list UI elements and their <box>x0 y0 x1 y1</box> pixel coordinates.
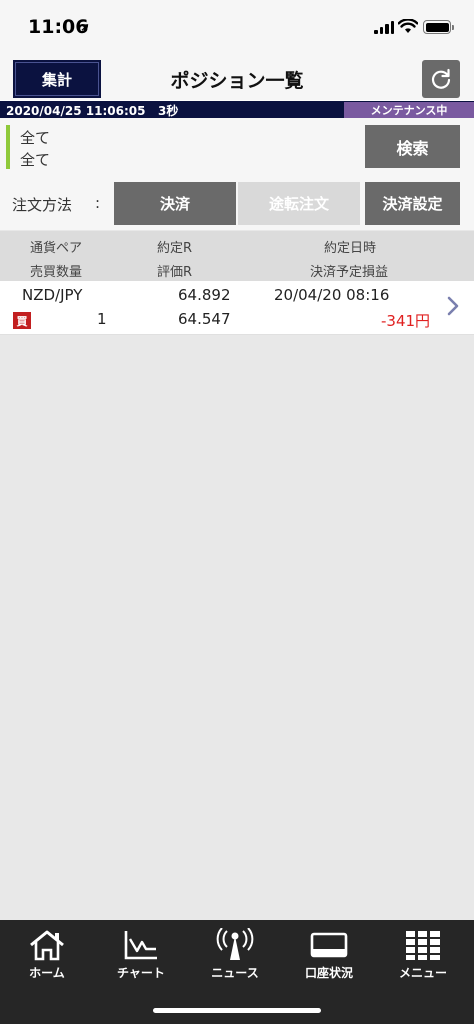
header-quantity: 売買数量 <box>30 265 83 280</box>
tab-account-status[interactable]: 口座状況 <box>282 928 376 984</box>
battery-icon <box>423 20 454 34</box>
update-interval: 3秒 <box>157 104 179 118</box>
refresh-icon <box>431 68 451 89</box>
tab-home-label: ホーム <box>29 966 65 980</box>
settle-settings-button[interactable]: 決済設定 <box>365 182 460 225</box>
filter-accent-bar <box>6 125 10 169</box>
header-evaluation-rate: 評価R <box>157 265 193 280</box>
update-datetime: 2020/04/25 11:06:05 <box>6 104 146 118</box>
refresh-button[interactable] <box>422 60 460 98</box>
reverse-order-button[interactable]: 途転注文 <box>238 182 360 225</box>
position-row[interactable]: NZD/JPY 64.892 20/04/20 08:16 1 64.547 -… <box>0 281 474 335</box>
location-arrow-icon: ➚ <box>80 20 91 34</box>
tab-news[interactable]: ニュース <box>188 928 282 984</box>
account-icon <box>310 928 348 962</box>
header-contract-rate: 約定R <box>157 241 193 256</box>
header-contract-datetime: 約定日時 <box>324 241 377 256</box>
header-currency-pair: 通貨ペア <box>30 241 83 256</box>
tab-account-status-label: 口座状況 <box>304 966 353 980</box>
position-quantity: 1 <box>97 310 107 328</box>
status-bar: 11:06 ➚ <box>0 0 474 56</box>
position-expected-pl: -341円 <box>381 312 431 330</box>
header-expected-pl: 決済予定損益 <box>310 265 389 280</box>
tab-menu[interactable]: メニュー <box>376 928 470 984</box>
chart-icon <box>122 928 160 962</box>
last-update-time: 2020/04/25 11:06:05 3秒 <box>6 102 178 119</box>
position-contract-rate: 64.892 <box>178 286 231 304</box>
position-contract-datetime: 20/04/20 08:16 <box>274 286 390 304</box>
order-method-colon: : <box>95 194 101 212</box>
page-title: ポジション一覧 <box>170 70 304 92</box>
filter-row: 全て 全て 検索 <box>0 118 474 178</box>
tab-chart[interactable]: チャート <box>94 928 188 984</box>
order-method-label: 注文方法 <box>12 196 73 214</box>
order-method-row: 注文方法 : 決済 途転注文 決済設定 <box>0 178 474 230</box>
settle-button[interactable]: 決済 <box>114 182 236 225</box>
navigation-bar: 集計 ポジション一覧 <box>0 56 474 100</box>
tab-chart-label: チャート <box>117 966 165 980</box>
maintenance-badge: メンテナンス中 <box>344 102 474 118</box>
tab-menu-label: メニュー <box>398 966 447 980</box>
home-indicator[interactable] <box>153 1008 321 1013</box>
tab-news-label: ニュース <box>211 966 259 980</box>
chevron-right-icon[interactable] <box>446 295 460 317</box>
menu-icon <box>404 928 442 962</box>
search-button[interactable]: 検索 <box>365 125 460 168</box>
home-icon <box>28 928 66 962</box>
tab-home[interactable]: ホーム <box>0 928 94 984</box>
filter-currency-value[interactable]: 全て <box>20 127 50 148</box>
position-evaluation-rate: 64.547 <box>178 310 231 328</box>
update-info-bar: 2020/04/25 11:06:05 3秒 メンテナンス中 <box>0 100 474 118</box>
wifi-icon <box>398 19 418 33</box>
filter-side-value[interactable]: 全て <box>20 149 50 170</box>
table-header: 通貨ペア 約定R 約定日時 売買数量 評価R 決済予定損益 <box>0 231 474 281</box>
cellular-signal-icon <box>374 21 394 34</box>
buy-side-badge: 買 <box>13 312 31 329</box>
position-currency-pair: NZD/JPY <box>22 286 83 304</box>
news-icon <box>213 928 257 962</box>
